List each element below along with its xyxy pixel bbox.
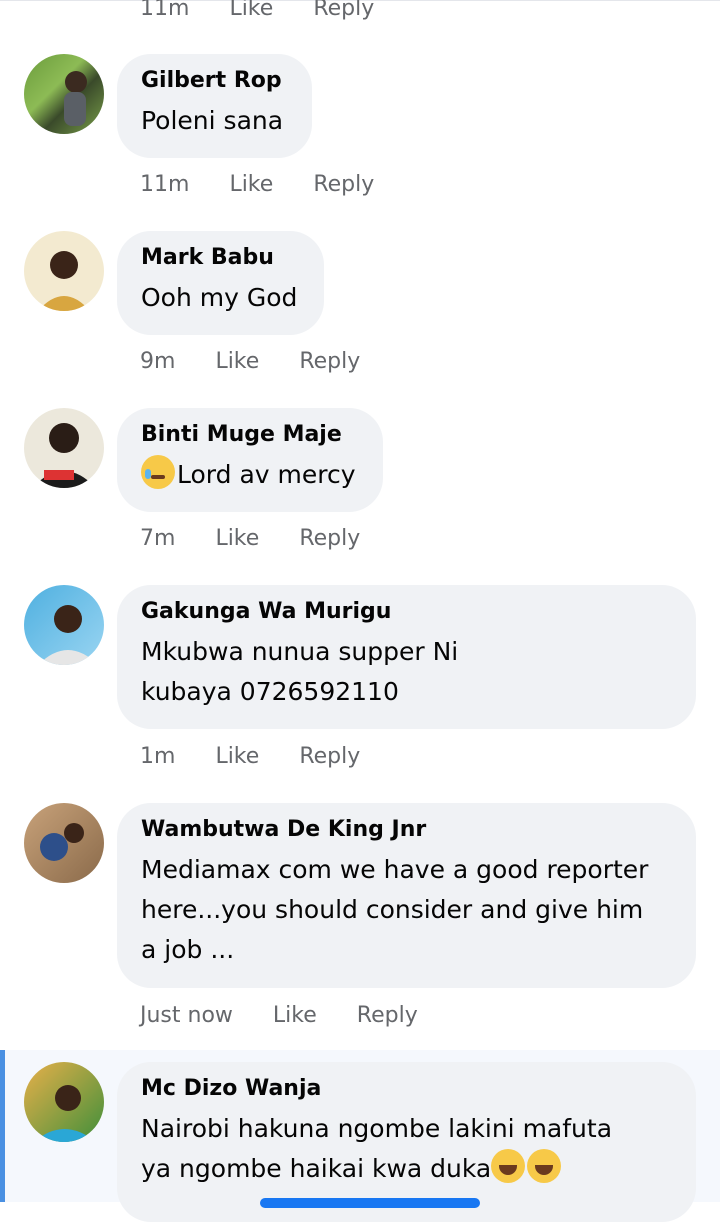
- crying-face-icon: [141, 455, 175, 489]
- avatar-image: [34, 1085, 96, 1142]
- comment-text: Lord av mercy: [177, 460, 356, 489]
- avatar[interactable]: [24, 54, 104, 134]
- comment-timestamp: 9m: [140, 349, 176, 374]
- reply-button[interactable]: Reply: [299, 744, 360, 769]
- commenter-name[interactable]: Binti Muge Maje: [141, 422, 359, 447]
- reply-button[interactable]: Reply: [357, 1003, 418, 1028]
- comment-text: Ooh my God: [141, 283, 298, 312]
- comment-actions: 11m Like Reply: [140, 172, 374, 197]
- reply-button[interactable]: Reply: [313, 172, 374, 197]
- comment-timestamp: 1m: [140, 744, 176, 769]
- avatar[interactable]: [24, 585, 104, 665]
- comment-text: Mkubwa nunua supper Ni kubaya 0726592110: [141, 637, 459, 706]
- comment-actions: Just now Like Reply: [140, 1003, 418, 1028]
- comment-timestamp: 7m: [140, 526, 176, 551]
- comment-actions: 1m Like Reply: [140, 744, 360, 769]
- comment-timestamp: Just now: [140, 1003, 233, 1028]
- reply-button[interactable]: Reply: [299, 349, 360, 374]
- comment-actions: 11m Like Reply: [140, 0, 374, 21]
- reply-button[interactable]: Reply: [299, 526, 360, 551]
- new-comments-pill[interactable]: [260, 1198, 480, 1208]
- like-button[interactable]: Like: [215, 744, 259, 769]
- comment-actions: 9m Like Reply: [140, 349, 360, 374]
- avatar-image: [38, 605, 98, 665]
- comment-text-row: Lord av mercy: [141, 455, 359, 495]
- new-comment-indicator: [0, 1050, 5, 1202]
- avatar[interactable]: [24, 803, 104, 883]
- comment-bubble[interactable]: Binti Muge Maje Lord av mercy: [117, 408, 383, 512]
- tears-of-joy-icon: [491, 1149, 526, 1183]
- like-button[interactable]: Like: [229, 172, 273, 197]
- like-button[interactable]: Like: [215, 526, 259, 551]
- commenter-name[interactable]: Wambutwa De King Jnr: [141, 817, 672, 842]
- comment-timestamp: 11m: [140, 172, 190, 197]
- comment-text: Mediamax com we have a good reporter her…: [141, 855, 649, 964]
- like-button[interactable]: Like: [215, 349, 259, 374]
- commenter-name[interactable]: Gakunga Wa Murigu: [141, 599, 672, 624]
- comment-bubble[interactable]: Mark Babu Ooh my God: [117, 231, 324, 335]
- commenter-name[interactable]: Mark Babu: [141, 245, 300, 270]
- commenter-name[interactable]: Gilbert Rop: [141, 68, 288, 93]
- tears-of-joy-icon: [527, 1149, 562, 1183]
- avatar[interactable]: [24, 408, 104, 488]
- comment-text: Poleni sana: [141, 106, 284, 135]
- avatar[interactable]: [24, 1062, 104, 1142]
- avatar[interactable]: [24, 231, 104, 311]
- avatar-image: [40, 823, 84, 861]
- comment-text-row: Nairobi hakuna ngombe lakini mafuta ya n…: [141, 1109, 641, 1189]
- comment-bubble[interactable]: Gakunga Wa Murigu Mkubwa nunua supper Ni…: [117, 585, 696, 729]
- commenter-name[interactable]: Mc Dizo Wanja: [141, 1076, 672, 1101]
- avatar-image: [32, 423, 96, 488]
- comment-timestamp: 11m: [140, 0, 190, 21]
- like-button[interactable]: Like: [229, 0, 273, 21]
- like-button[interactable]: Like: [273, 1003, 317, 1028]
- comment-actions: 7m Like Reply: [140, 526, 360, 551]
- reply-button[interactable]: Reply: [313, 0, 374, 21]
- avatar-image: [38, 251, 90, 311]
- comment-bubble[interactable]: Wambutwa De King Jnr Mediamax com we hav…: [117, 803, 696, 988]
- avatar-image: [64, 71, 87, 126]
- comment-bubble[interactable]: Gilbert Rop Poleni sana: [117, 54, 312, 158]
